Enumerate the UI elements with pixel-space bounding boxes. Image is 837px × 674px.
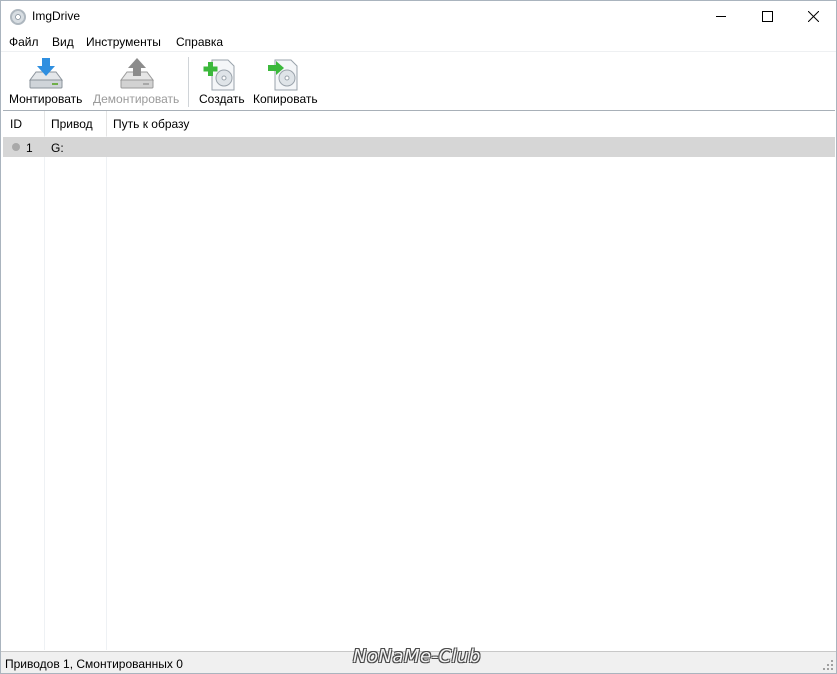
close-icon [807,11,819,22]
menu-view[interactable]: Вид [52,35,74,49]
watermark: NoNaMe-Club [353,646,481,667]
create-image-icon [203,59,235,91]
app-window: ImgDrive Файл Вид Инструменты Справка Мо… [0,0,837,674]
menu-file[interactable]: Файл [9,35,39,49]
title-bar[interactable]: ImgDrive [1,1,836,32]
column-header-id[interactable]: ID [10,117,22,131]
resize-grip-icon[interactable] [823,660,833,670]
copy-image-icon [268,59,298,91]
drive-status-icon [12,143,20,151]
toolbar: Монтировать Демонтировать Создать Копиро… [1,51,836,109]
close-button[interactable] [790,1,836,32]
column-header-path[interactable]: Путь к образу [113,117,189,131]
drive-list[interactable]: ID Привод Путь к образу 1 G: [3,110,835,651]
window-title: ImgDrive [32,9,81,23]
create-button[interactable]: Создать [197,52,247,110]
unmount-label: Демонтировать [93,92,180,106]
column-header-drive[interactable]: Привод [51,117,93,131]
mount-button[interactable]: Монтировать [7,52,85,110]
create-label: Создать [199,92,245,106]
list-header: ID Привод Путь к образу [3,111,835,136]
row-id: 1 [26,141,33,155]
column-gridline [106,136,107,650]
column-divider[interactable] [106,111,107,136]
mount-drive-icon [29,58,63,89]
copy-button[interactable]: Копировать [251,52,323,110]
maximize-icon [761,11,773,22]
column-divider[interactable] [44,111,45,136]
maximize-button[interactable] [744,1,790,32]
menu-help[interactable]: Справка [176,35,223,49]
table-row[interactable]: 1 G: [3,137,835,157]
minimize-button[interactable] [698,1,744,32]
disc-app-icon [10,9,26,25]
column-gridline [44,136,45,650]
unmount-drive-icon [120,58,154,89]
menu-bar: Файл Вид Инструменты Справка [1,32,836,51]
menu-tools[interactable]: Инструменты [86,35,161,49]
copy-label: Копировать [253,92,318,106]
status-text: Приводов 1, Смонтированных 0 [5,657,183,671]
mount-label: Монтировать [9,92,83,106]
unmount-button[interactable]: Демонтировать [91,52,183,110]
minimize-icon [715,16,726,17]
row-drive: G: [51,141,64,155]
toolbar-separator [188,57,189,107]
